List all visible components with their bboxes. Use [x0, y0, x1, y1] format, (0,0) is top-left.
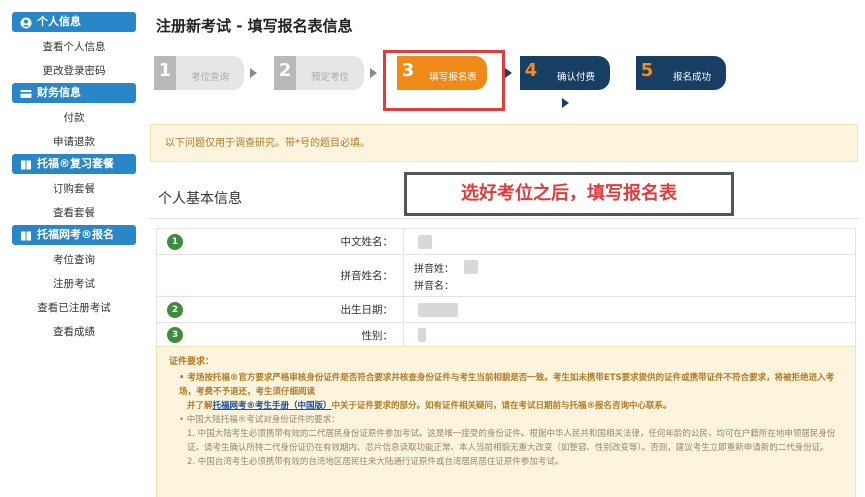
main-content: 注册新考试 - 填写报名表信息 1 考位查询 2 预定考位 3 填写报名表 4 …	[150, 12, 858, 497]
requirements-text: 中关于证件要求的部分。如有证件相关疑问，请在考试日期前与托福®报名咨询中心联系。	[331, 401, 672, 411]
section-title: 个人基本信息	[158, 191, 242, 207]
field-label: 中文姓名：	[340, 236, 394, 248]
notice-text: 以下问题仅用于调查研究。带	[165, 138, 295, 149]
arrow-right-icon	[370, 68, 377, 78]
row-index: 3	[157, 323, 193, 347]
requirements-text: 并了解	[187, 401, 213, 411]
step-4: 4 确认付费	[520, 56, 610, 90]
requirements-paragraph: 2. 中国台湾考生必须携带有效的台湾地区居民往来大陆通行证原件或台湾居民居住证原…	[187, 457, 564, 467]
id-requirements-panel: 证件要求： • 考场按托福®官方要求严格审核身份证件是否符合要求并核查身份证件与…	[156, 346, 856, 497]
form-row-birthdate: 2 出生日期：	[157, 297, 855, 323]
personal-info-form: 1 中文姓名： 拼音姓名： 拼音姓： 拼音名： 2 出生日期： 3 性别：	[156, 228, 856, 348]
sidebar-header-finance[interactable]: 财务信息	[12, 83, 136, 103]
redacted-value	[418, 302, 458, 317]
form-row-gender: 3 性别：	[157, 323, 855, 347]
user-icon	[20, 16, 32, 29]
step-badge: 2	[167, 301, 183, 318]
sidebar-section-finance: 财务信息 付款 申请退款	[12, 83, 136, 154]
sidebar-item-view-profile[interactable]: 查看个人信息	[12, 35, 136, 59]
redacted-value	[418, 234, 432, 249]
card-icon	[20, 87, 32, 99]
divider	[150, 218, 858, 219]
sidebar-header-review[interactable]: 托福®复习套餐	[12, 154, 136, 174]
form-row-pinyin-name: 拼音姓名： 拼音姓： 拼音名：	[157, 255, 855, 297]
step-number: 2	[274, 56, 296, 90]
field-label: 拼音姓名：	[340, 270, 394, 282]
redacted-value	[464, 260, 478, 274]
step-label: 报名成功	[672, 72, 711, 83]
step-number: 5	[640, 60, 654, 81]
requirements-paragraph: • 考场按托福®官方要求严格审核身份证件是否符合要求并核查身份证件与考生当前相貌…	[179, 373, 835, 397]
sidebar-item-change-password[interactable]: 更改登录密码	[12, 59, 136, 83]
requirements-paragraph: 1. 中国大陆考生必须携带有效的二代居民身份证原件参加考试。这是唯一接受的身份证…	[187, 429, 836, 453]
step-5: 5 报名成功	[636, 56, 726, 90]
sidebar-section-personal: 个人信息 查看个人信息 更改登录密码	[12, 12, 136, 83]
sidebar: 个人信息 查看个人信息 更改登录密码 财务信息 付款 申请退款 托福®复习套餐 …	[12, 12, 136, 344]
row-index	[157, 255, 193, 296]
arrow-right-icon	[505, 68, 512, 78]
step-label: 考位查询	[190, 72, 229, 83]
sidebar-header-label: 托福®复习套餐	[37, 157, 114, 170]
sidebar-item-seat-search[interactable]: 考位查询	[12, 248, 136, 272]
sidebar-item-view-registered[interactable]: 查看已注册考试	[12, 296, 136, 320]
requirements-heading: 证件要求：	[169, 357, 215, 367]
step-badge: 3	[167, 327, 183, 343]
pinyin-name-value: 拼音姓： 拼音名：	[403, 255, 855, 296]
chinese-name-value	[403, 229, 855, 254]
annotation-note: 选好考位之后，填写报名表	[404, 172, 734, 216]
sidebar-item-view-scores[interactable]: 查看成绩	[12, 320, 136, 344]
sidebar-header-label: 个人信息	[37, 15, 81, 28]
step-2: 2 预定考位	[274, 56, 364, 90]
field-label: 出生日期：	[340, 304, 394, 316]
sidebar-header-label: 财务信息	[37, 86, 81, 99]
step-label: 预定考位	[310, 72, 349, 83]
step-1: 1 考位查询	[154, 56, 244, 90]
requirements-paragraph: • 中国大陆托福®考试对身份证件的要求：	[179, 415, 340, 425]
sidebar-header-registration[interactable]: 托福网考®报名	[12, 225, 136, 245]
birthdate-value	[403, 297, 855, 322]
sidebar-section-registration: 托福网考®报名 考位查询 注册考试 查看已注册考试 查看成绩	[12, 225, 136, 344]
requirements-paragraph: 并了解托福网考®考生手册（中国版）中关于证件要求的部分。如有证件相关疑问，请在考…	[169, 399, 843, 413]
sidebar-header-label: 托福网考®报名	[37, 228, 114, 241]
notice-text: 号的题目必填。	[300, 138, 370, 149]
row-index: 1	[157, 229, 193, 254]
step-number: 1	[154, 56, 176, 90]
book-icon	[20, 229, 32, 241]
sidebar-item-payment[interactable]: 付款	[12, 106, 136, 130]
step-badge: 1	[167, 233, 183, 250]
sidebar-item-refund[interactable]: 申请退款	[12, 130, 136, 154]
sidebar-section-review: 托福®复习套餐 订购套餐 查看套餐	[12, 154, 136, 225]
pinyin-surname-label: 拼音姓：	[414, 263, 454, 275]
sidebar-item-register-exam[interactable]: 注册考试	[12, 272, 136, 296]
form-row-chinese-name: 1 中文姓名：	[157, 229, 855, 255]
redacted-value	[418, 328, 426, 342]
step-label: 确认付费	[556, 72, 595, 83]
pinyin-given-label: 拼音名：	[414, 280, 454, 292]
highlight-box	[383, 50, 505, 111]
field-label: 性别：	[361, 329, 394, 342]
gender-value	[403, 323, 855, 347]
row-index: 2	[157, 297, 193, 322]
arrow-right-icon	[250, 68, 257, 78]
book-icon	[20, 158, 32, 170]
page-title: 注册新考试 - 填写报名表信息	[156, 17, 353, 35]
sidebar-item-view-package[interactable]: 查看套餐	[12, 201, 136, 225]
notice-banner: 以下问题仅用于调查研究。带*号的题目必填。	[150, 124, 858, 162]
sidebar-item-order-package[interactable]: 订购套餐	[12, 177, 136, 201]
handbook-link[interactable]: 托福网考®考生手册（中国版）	[213, 401, 332, 411]
arrow-right-icon	[562, 98, 569, 108]
progress-steps: 1 考位查询 2 预定考位 3 填写报名表 4 确认付费 5 报名成功	[150, 46, 858, 116]
sidebar-header-personal[interactable]: 个人信息	[12, 12, 136, 32]
step-number: 4	[524, 60, 538, 81]
